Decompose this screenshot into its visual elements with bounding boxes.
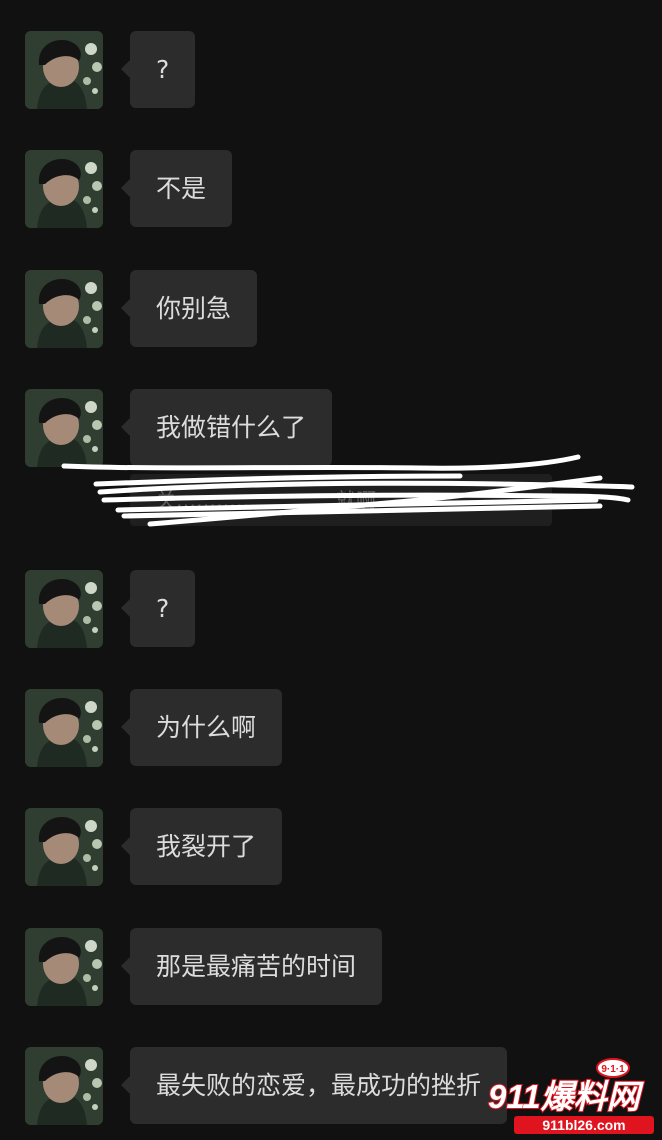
message-bubble[interactable]: 那是最痛苦的时间 — [120, 928, 383, 1005]
message-bubble[interactable]: 最失败的恋爱，最成功的挫折 — [120, 1047, 508, 1124]
avatar[interactable] — [25, 570, 103, 648]
watermark-logo: 9·1·1 911爆料网 911bl26.com — [487, 1058, 654, 1134]
watermark-url: 911bl26.com — [542, 1117, 625, 1133]
avatar[interactable] — [25, 928, 103, 1006]
watermark-brand: 911爆料网 — [488, 1078, 645, 1115]
message-bubble[interactable]: 我裂开了 — [120, 808, 283, 885]
redaction-scribble — [61, 454, 635, 527]
avatar[interactable] — [25, 1047, 103, 1125]
chat-message-list: ? 不是 你别急 我做错什么了 关……………………就啊 ? 为什么啊 我裂开了 … — [0, 0, 662, 1140]
message-bubble[interactable]: 为什么啊 — [120, 689, 283, 766]
avatar[interactable] — [25, 689, 103, 767]
watermark-badge: 9·1·1 — [601, 1064, 625, 1075]
message-bubble[interactable]: ? — [120, 570, 196, 647]
avatar[interactable] — [25, 808, 103, 886]
